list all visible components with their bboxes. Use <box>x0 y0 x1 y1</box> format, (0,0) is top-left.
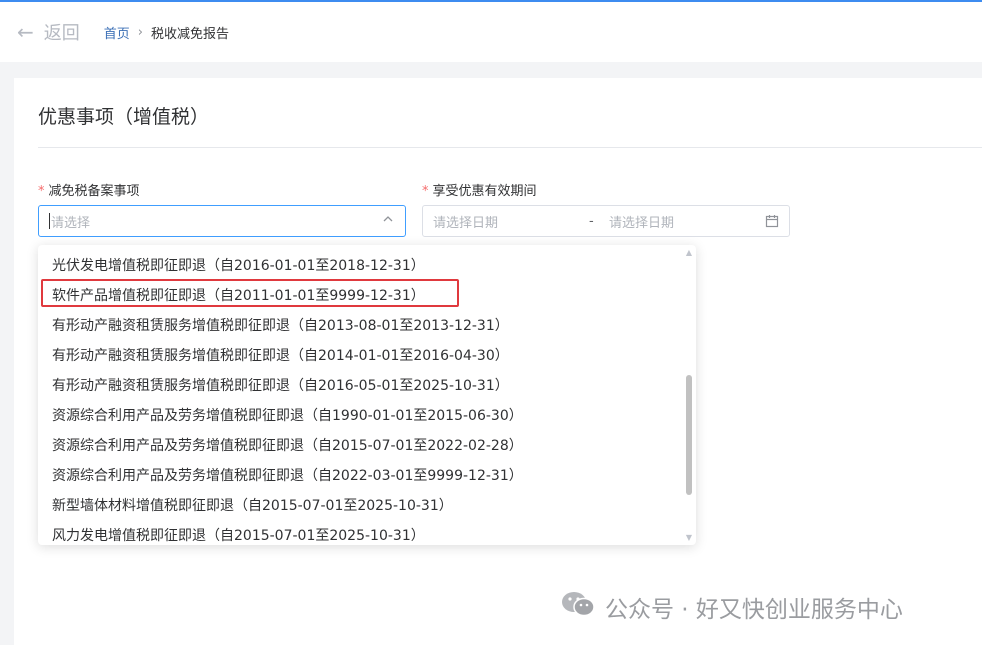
required-mark: * <box>422 184 429 199</box>
valid-period-label: * 享受优惠有效期间 <box>422 180 537 199</box>
wechat-icon <box>561 590 595 624</box>
dropdown-option[interactable]: 资源综合利用产品及劳务增值税即征即退（自1990-01-01至2015-06-3… <box>52 405 523 425</box>
dropdown-option[interactable]: 资源综合利用产品及劳务增值税即征即退（自2022-03-01至9999-12-3… <box>52 465 523 485</box>
breadcrumb-home-link[interactable]: 首页 <box>104 23 130 42</box>
breadcrumb: 首页 › 税收减免报告 <box>104 23 229 42</box>
filing-item-dropdown: 光伏发电增值税即征即退（自2016-01-01至2018-12-31） 软件产品… <box>38 245 696 545</box>
required-mark: * <box>38 184 45 199</box>
valid-period-label-text: 享受优惠有效期间 <box>432 184 537 199</box>
breadcrumb-current: 税收减免报告 <box>150 26 229 42</box>
dropdown-option[interactable]: 光伏发电增值税即征即退（自2016-01-01至2018-12-31） <box>52 255 425 275</box>
filing-item-select[interactable]: 请选择 <box>38 205 406 237</box>
scroll-up-icon[interactable]: ▲ <box>686 248 692 257</box>
highlight-box <box>41 279 459 307</box>
dropdown-option[interactable]: 有形动产融资租赁服务增值税即征即退（自2016-05-01至2025-10-31… <box>52 375 509 395</box>
chevron-up-icon[interactable] <box>383 213 393 227</box>
text-cursor <box>49 213 50 229</box>
date-range-separator: - <box>589 213 594 229</box>
dropdown-option[interactable]: 有形动产融资租赁服务增值税即征即退（自2013-08-01至2013-12-31… <box>52 315 509 335</box>
dropdown-option[interactable]: 新型墙体材料增值税即征即退（自2015-07-01至2025-10-31） <box>52 495 453 515</box>
scroll-down-icon[interactable]: ▼ <box>686 533 692 542</box>
filing-item-placeholder: 请选择 <box>51 215 91 231</box>
watermark-text: 公众号 · 好又快创业服务中心 <box>605 597 903 623</box>
back-arrow-icon: ← <box>17 20 34 44</box>
back-label: 返回 <box>43 23 80 44</box>
filing-item-label-text: 减免税备案事项 <box>48 184 140 199</box>
valid-period-date-range[interactable]: 请选择日期 - 请选择日期 <box>422 205 790 237</box>
calendar-icon[interactable] <box>765 214 779 232</box>
scrollbar-thumb[interactable] <box>686 375 692 495</box>
dropdown-option[interactable]: 资源综合利用产品及劳务增值税即征即退（自2015-07-01至2022-02-2… <box>52 435 523 455</box>
breadcrumb-separator-icon: › <box>137 24 143 40</box>
section-title: 优惠事项（增值税） <box>38 106 210 128</box>
dropdown-option[interactable]: 风力发电增值税即征即退（自2015-07-01至2025-10-31） <box>52 525 425 545</box>
end-date-input[interactable]: 请选择日期 <box>609 212 674 231</box>
section-divider <box>38 147 982 148</box>
back-button[interactable]: ← 返回 <box>17 19 80 45</box>
watermark: 公众号 · 好又快创业服务中心 <box>561 590 903 624</box>
dropdown-option[interactable]: 有形动产融资租赁服务增值税即征即退（自2014-01-01至2016-04-30… <box>52 345 509 365</box>
start-date-input[interactable]: 请选择日期 <box>433 212 498 231</box>
top-bar: ← 返回 首页 › 税收减免报告 <box>0 2 982 62</box>
filing-item-label: * 减免税备案事项 <box>38 180 140 199</box>
